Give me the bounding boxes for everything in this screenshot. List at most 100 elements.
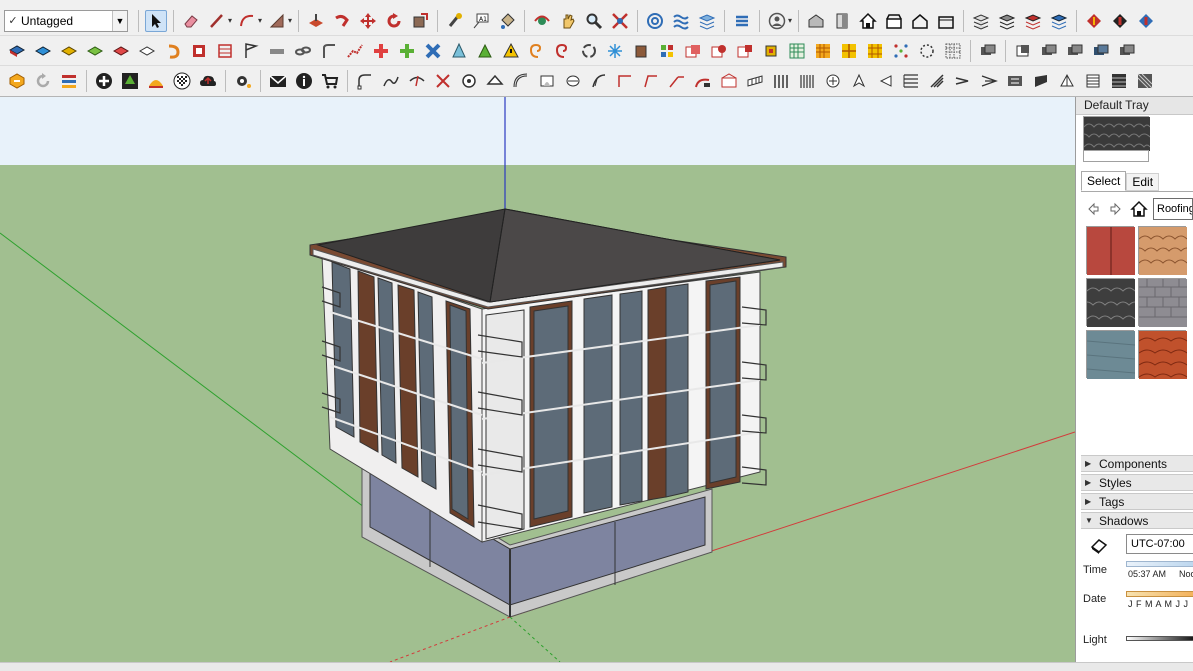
swatch-red-standing-seam[interactable] [1086,226,1135,275]
tape-measure-icon[interactable] [444,10,466,32]
fan-icon[interactable] [874,70,896,92]
mosaic-icon[interactable] [708,40,730,62]
warehouse-icon[interactable] [805,10,827,32]
curve-h-icon[interactable] [536,70,558,92]
timezone-select[interactable]: UTC-07:00 [1126,534,1193,554]
chain-icon[interactable] [292,40,314,62]
tab-select[interactable]: Select [1081,171,1127,191]
follow-me-icon[interactable] [331,10,353,32]
model-scene[interactable] [0,97,1075,662]
section-components[interactable]: ▶ Components [1081,455,1193,472]
pan-icon[interactable] [557,10,579,32]
pattern-icon[interactable] [1108,70,1130,92]
extension-b-icon[interactable] [1109,10,1131,32]
slab-icon[interactable] [1004,70,1026,92]
corner-b-icon[interactable] [614,70,636,92]
chevron-down-icon[interactable]: ▼ [112,10,127,31]
tile-icon[interactable] [734,40,756,62]
swatch-terracotta-tile[interactable] [1138,330,1188,379]
undo-icon[interactable] [162,40,184,62]
arc-icon[interactable] [236,10,258,32]
library-select[interactable]: Roofing [1153,198,1193,220]
caret-icon[interactable]: ▾ [258,16,262,25]
swatch-dark-slate-shingles[interactable] [1080,278,1142,327]
corner-a-icon[interactable] [588,70,610,92]
snowflake-icon[interactable] [604,40,626,62]
arrows-icon[interactable] [926,70,948,92]
blade-icon[interactable] [900,70,922,92]
cross-icon[interactable] [370,40,392,62]
swirl-icon[interactable] [578,40,600,62]
music-icon[interactable] [1030,70,1052,92]
add-circle-icon[interactable] [93,70,115,92]
swatch-blue-grey-tile[interactable] [1086,330,1136,379]
vortex-icon[interactable] [552,40,574,62]
home-icon[interactable] [1130,200,1148,218]
caret-icon[interactable]: ▾ [288,16,292,25]
stack-c-icon[interactable] [1012,40,1034,62]
node-icon[interactable] [344,40,366,62]
swatch-orange-shingles[interactable] [1132,226,1193,275]
back-view-icon[interactable] [110,40,132,62]
film-icon[interactable] [978,70,1000,92]
stack-f-icon[interactable] [1090,40,1112,62]
curve-g-icon[interactable] [510,70,532,92]
redo-icon[interactable] [188,40,210,62]
warning-icon[interactable] [500,40,522,62]
mail-icon[interactable] [267,70,289,92]
top-view-icon[interactable] [32,40,54,62]
section-styles[interactable]: ▶ Styles [1081,474,1193,491]
scatter-icon[interactable] [864,40,886,62]
iso-view-icon[interactable] [6,40,28,62]
checker-icon[interactable] [171,70,193,92]
eraser-icon[interactable] [180,10,202,32]
curve-d-icon[interactable] [432,70,454,92]
materials-b-icon[interactable] [996,10,1018,32]
material-name-field[interactable] [1083,150,1149,162]
cloud-upload-icon[interactable] [197,70,219,92]
fence-icon[interactable] [744,70,766,92]
sketchup-logo-icon[interactable] [6,70,28,92]
arrows-b-icon[interactable] [952,70,974,92]
building-icon[interactable] [935,10,957,32]
extension-a-icon[interactable] [1083,10,1105,32]
shape-icon[interactable] [266,10,288,32]
curve-b-icon[interactable] [380,70,402,92]
materials-c-icon[interactable] [1022,10,1044,32]
zoom-icon[interactable] [583,10,605,32]
globe-icon[interactable] [1048,10,1070,32]
stack-b-icon[interactable] [977,40,999,62]
leaf-icon[interactable] [822,70,844,92]
info-icon[interactable] [293,70,315,92]
curve-icon[interactable] [318,40,340,62]
right-view-icon[interactable] [84,40,106,62]
zoom-extents-icon[interactable] [609,10,631,32]
sandbox-icon[interactable] [644,10,666,32]
yellow-grid-icon[interactable] [838,40,860,62]
extension-c-icon[interactable] [1135,10,1157,32]
dotted-grid-icon[interactable] [916,40,938,62]
door-icon[interactable] [831,10,853,32]
tag-selector[interactable]: ✓ Untagged ▼ [4,9,128,32]
scale-icon[interactable] [409,10,431,32]
forward-arrow-icon[interactable] [1107,200,1125,218]
spiral-icon[interactable] [526,40,548,62]
rotate-icon[interactable] [383,10,405,32]
curve-e-icon[interactable] [458,70,480,92]
cone-icon[interactable] [448,40,470,62]
arrow-left-icon[interactable] [848,70,870,92]
select-icon[interactable] [145,9,167,32]
orbit-icon[interactable] [531,10,553,32]
orange-grid-icon[interactable] [812,40,834,62]
wave-icon[interactable] [670,10,692,32]
layers-stack-icon[interactable] [58,70,80,92]
circle-dots-icon[interactable] [890,40,912,62]
store-icon[interactable] [883,10,905,32]
section-shadows[interactable]: ▼ Shadows [1081,512,1193,529]
sync-icon[interactable] [32,70,54,92]
curve-f-icon[interactable] [484,70,506,92]
push-pull-icon[interactable] [305,10,327,32]
light-slider[interactable] [1126,636,1193,641]
settings-gear-icon[interactable] [232,70,254,92]
door-panel-icon[interactable] [1056,70,1078,92]
